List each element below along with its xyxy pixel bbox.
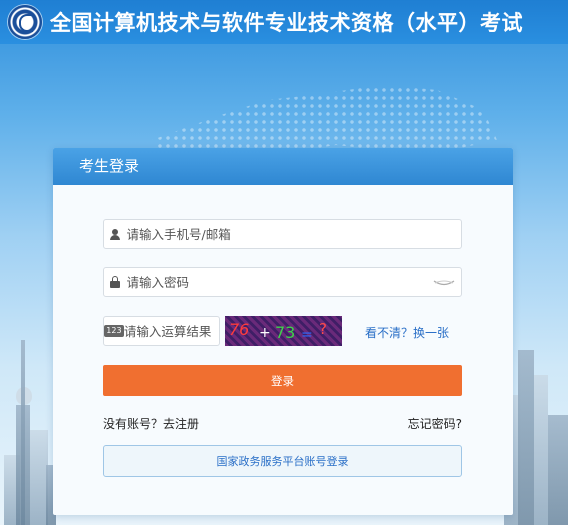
svg-text:?: ? bbox=[319, 320, 327, 338]
svg-text:76: 76 bbox=[229, 320, 249, 339]
captcha-image[interactable]: 76 + 73 = ? bbox=[225, 316, 342, 346]
hidden-eye-icon[interactable] bbox=[433, 277, 455, 287]
exam-logo-icon bbox=[8, 5, 42, 39]
captcha-input[interactable] bbox=[123, 323, 219, 339]
svg-text:=: = bbox=[301, 327, 313, 343]
login-card-title: 考生登录 bbox=[53, 148, 513, 185]
page-header: 全国计算机技术与软件专业技术资格（水平）考试 bbox=[0, 0, 568, 44]
user-icon bbox=[104, 228, 126, 240]
password-input[interactable] bbox=[126, 274, 461, 290]
lock-icon bbox=[104, 276, 126, 288]
username-field[interactable] bbox=[103, 219, 462, 249]
captcha-field[interactable]: 123 bbox=[103, 316, 220, 346]
login-card: 考生登录 123 76 + 73 = ? 看不清？换一张 登录 没有账号？去注册… bbox=[53, 148, 513, 515]
forgot-password-link[interactable]: 忘记密码? bbox=[408, 415, 462, 432]
svg-text:73: 73 bbox=[275, 323, 295, 342]
refresh-captcha-link[interactable]: 看不清？换一张 bbox=[365, 324, 449, 341]
gov-platform-login-button[interactable]: 国家政务服务平台账号登录 bbox=[103, 445, 462, 477]
login-button[interactable]: 登录 bbox=[103, 365, 462, 396]
username-input[interactable] bbox=[126, 226, 461, 242]
register-link[interactable]: 没有账号？去注册 bbox=[103, 415, 199, 432]
page-title: 全国计算机技术与软件专业技术资格（水平）考试 bbox=[50, 11, 523, 35]
password-field[interactable] bbox=[103, 267, 462, 297]
number-icon: 123 bbox=[104, 325, 124, 337]
svg-text:+: + bbox=[259, 325, 271, 341]
